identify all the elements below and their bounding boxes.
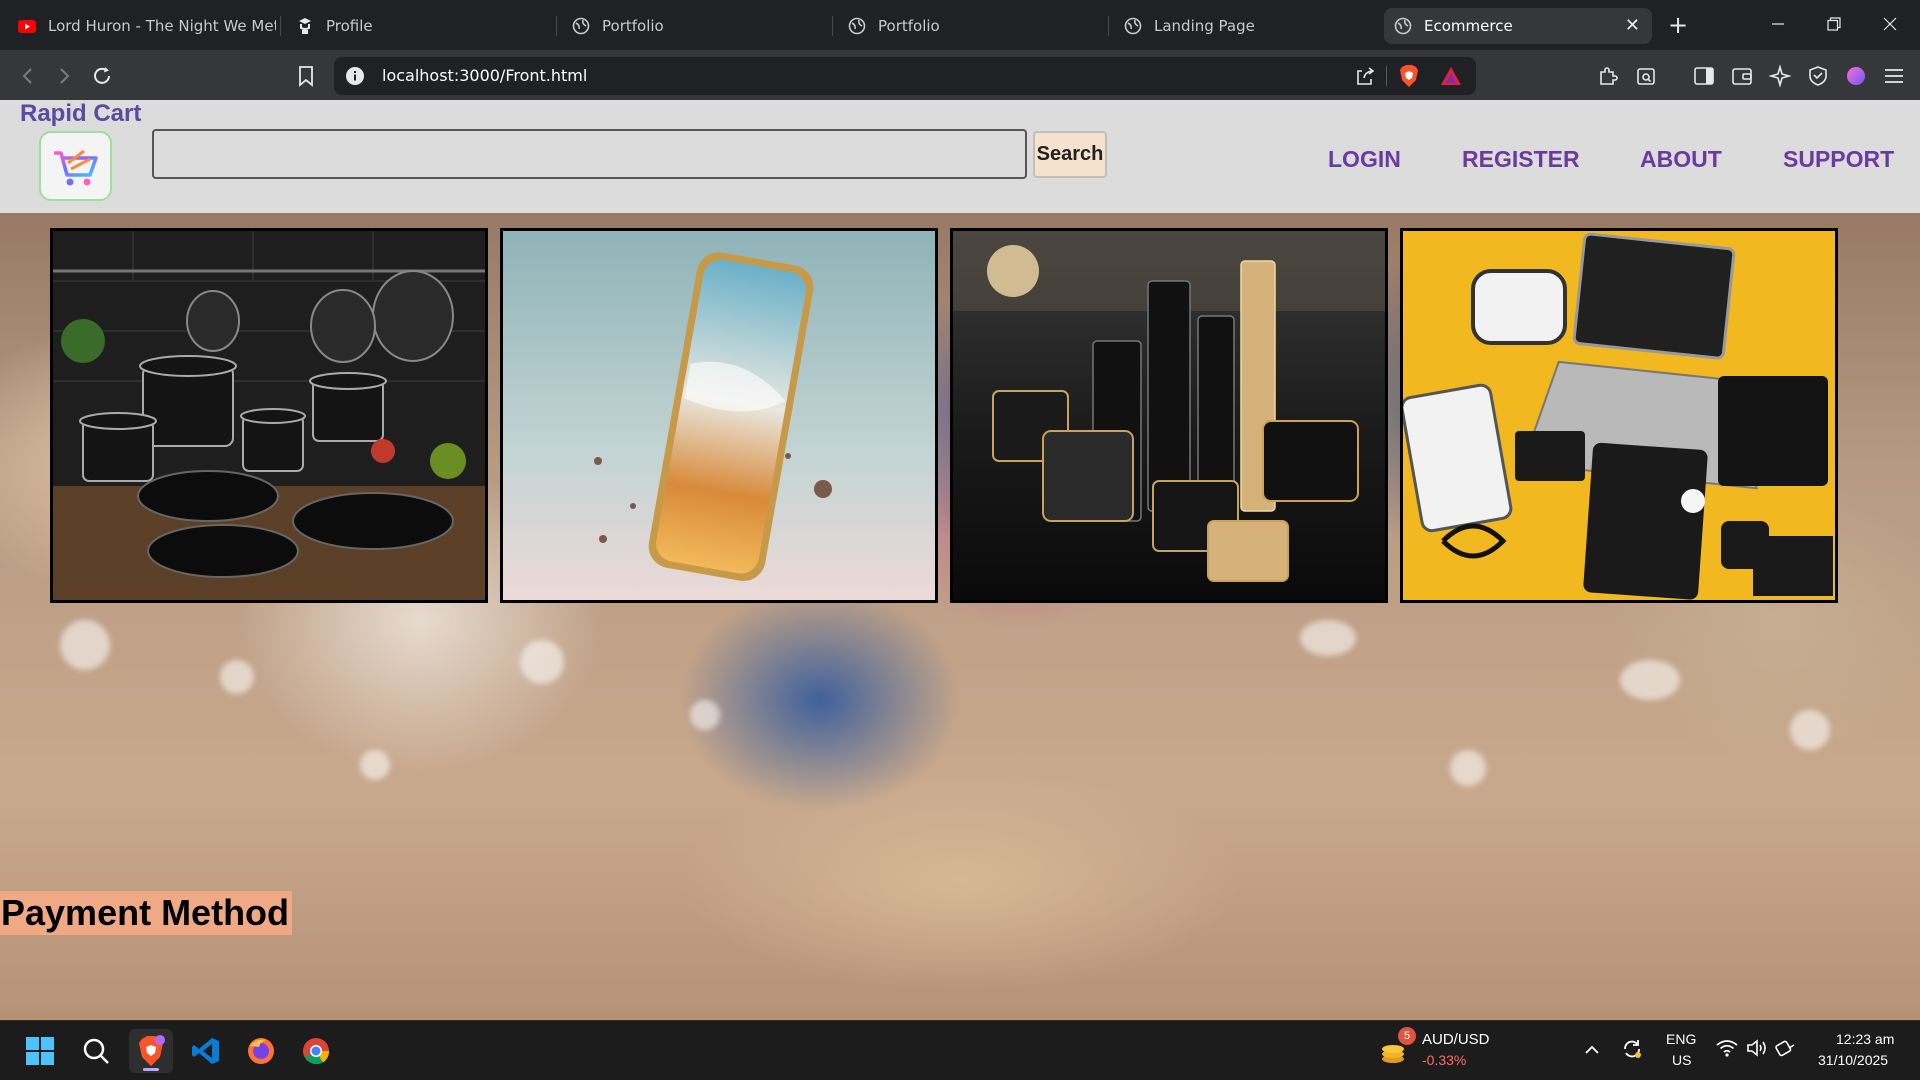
background-light xyxy=(220,660,254,694)
widget-change: -0.33% xyxy=(1422,1052,1467,1068)
widget-label[interactable]: AUD/USD xyxy=(1422,1031,1490,1048)
brave-icon[interactable] xyxy=(129,1029,173,1073)
share-icon[interactable] xyxy=(1354,65,1376,91)
leo-ai-icon[interactable] xyxy=(1766,62,1794,90)
tab-title: Ecommerce xyxy=(1424,17,1513,35)
wallet-icon[interactable] xyxy=(1728,62,1756,90)
active-app-indicator xyxy=(143,1068,159,1071)
background-light xyxy=(1790,710,1830,750)
globe-icon xyxy=(572,17,590,35)
wifi-icon[interactable] xyxy=(1716,1039,1738,1061)
chrome-icon[interactable] xyxy=(294,1029,338,1073)
background-light xyxy=(360,750,390,780)
tab-title: Landing Page xyxy=(1154,17,1255,35)
nav-register-link[interactable]: REGISTER xyxy=(1462,146,1580,173)
tab-separator xyxy=(556,16,557,36)
cart-logo-icon[interactable] xyxy=(39,131,112,201)
globe-icon xyxy=(848,17,866,35)
tab-separator xyxy=(280,16,281,36)
windows-taskbar: 5 AUD/USD -0.33% ENG US 12:23 am 31/10/2… xyxy=(0,1020,1920,1080)
new-tab-button[interactable]: + xyxy=(1668,10,1688,40)
forward-button[interactable] xyxy=(50,62,78,90)
browser-tab-strip: Lord Huron - The Night We Met Profile Po… xyxy=(0,0,1920,50)
language-indicator[interactable]: ENG xyxy=(1666,1031,1696,1047)
firefox-icon[interactable] xyxy=(239,1029,283,1073)
reload-button[interactable] xyxy=(88,62,116,90)
close-icon[interactable]: ✕ xyxy=(1625,15,1640,37)
chevron-up-icon[interactable] xyxy=(1584,1041,1600,1060)
tab-portfolio[interactable]: Portfolio xyxy=(838,8,1106,44)
background-light xyxy=(60,620,110,670)
tab-title: Portfolio xyxy=(878,17,940,35)
background-light xyxy=(520,640,564,684)
search-button[interactable]: Search xyxy=(1033,131,1107,178)
product-image-cookware[interactable] xyxy=(50,228,488,603)
vpn-shield-icon[interactable] xyxy=(1804,62,1832,90)
notification-badge: 5 xyxy=(1398,1027,1416,1045)
close-window-button[interactable] xyxy=(1868,8,1912,40)
browser-toolbar: localhost:3000/Front.html xyxy=(0,50,1920,100)
extensions-icon[interactable] xyxy=(1594,62,1622,90)
vscode-icon[interactable] xyxy=(184,1029,228,1073)
product-image-cosmetics[interactable] xyxy=(950,228,1388,603)
battery-icon[interactable] xyxy=(1774,1039,1796,1061)
region-indicator: US xyxy=(1672,1052,1692,1068)
tab-separator xyxy=(1108,16,1109,36)
profile-icon xyxy=(296,17,314,35)
clock-date: 31/10/2025 xyxy=(1818,1052,1889,1068)
globe-icon xyxy=(1394,17,1412,35)
tab-ecommerce[interactable]: Ecommerce ✕ xyxy=(1384,8,1652,44)
tab-profile[interactable]: Profile xyxy=(286,8,554,44)
tab-title: Portfolio xyxy=(602,17,664,35)
menu-icon[interactable] xyxy=(1880,62,1908,90)
product-image-electronics[interactable] xyxy=(1400,228,1838,603)
url-text: localhost:3000/Front.html xyxy=(382,66,588,85)
back-button[interactable] xyxy=(14,62,42,90)
product-image-smartphone[interactable] xyxy=(500,228,938,603)
nav-login-link[interactable]: LOGIN xyxy=(1328,146,1401,173)
background-light xyxy=(1300,620,1356,656)
minimize-button[interactable] xyxy=(1756,8,1800,40)
bookmark-icon[interactable] xyxy=(292,62,320,90)
search-input[interactable] xyxy=(152,129,1027,179)
page-viewport: Rapid Cart Search LOGIN REGISTER ABOUT S… xyxy=(0,100,1920,1020)
payment-method-heading: Payment Method xyxy=(0,891,293,935)
search-icon[interactable] xyxy=(74,1029,118,1073)
tab-landing-page[interactable]: Landing Page xyxy=(1114,8,1382,44)
omnibox-divider xyxy=(1386,66,1387,86)
tab-separator xyxy=(832,16,833,36)
background-light xyxy=(1620,660,1680,700)
globe-icon xyxy=(1124,17,1142,35)
address-bar[interactable]: localhost:3000/Front.html xyxy=(334,57,1476,95)
page-search-icon[interactable] xyxy=(1632,62,1660,90)
background-light xyxy=(690,700,720,730)
site-info-icon[interactable] xyxy=(346,67,364,85)
youtube-icon xyxy=(18,17,36,35)
tab-youtube[interactable]: Lord Huron - The Night We Met xyxy=(8,8,276,44)
background-light xyxy=(1450,750,1486,786)
sync-icon[interactable] xyxy=(1620,1037,1644,1065)
tab-title: Profile xyxy=(326,17,373,35)
brave-rewards-icon[interactable] xyxy=(1440,66,1462,90)
nav-support-link[interactable]: SUPPORT xyxy=(1783,146,1894,173)
volume-icon[interactable] xyxy=(1746,1039,1768,1061)
start-icon[interactable] xyxy=(18,1029,62,1073)
restore-button[interactable] xyxy=(1812,8,1856,40)
tab-portfolio[interactable]: Portfolio xyxy=(562,8,830,44)
profile-avatar-icon[interactable] xyxy=(1842,62,1870,90)
nav-about-link[interactable]: ABOUT xyxy=(1640,146,1722,173)
brave-shields-icon[interactable] xyxy=(1398,64,1420,92)
sidebar-toggle-icon[interactable] xyxy=(1690,62,1718,90)
brand-name: Rapid Cart xyxy=(20,100,142,127)
clock-time[interactable]: 12:23 am xyxy=(1836,1031,1894,1047)
tab-title: Lord Huron - The Night We Met xyxy=(48,17,276,35)
site-header: Rapid Cart Search LOGIN REGISTER ABOUT S… xyxy=(0,100,1920,213)
